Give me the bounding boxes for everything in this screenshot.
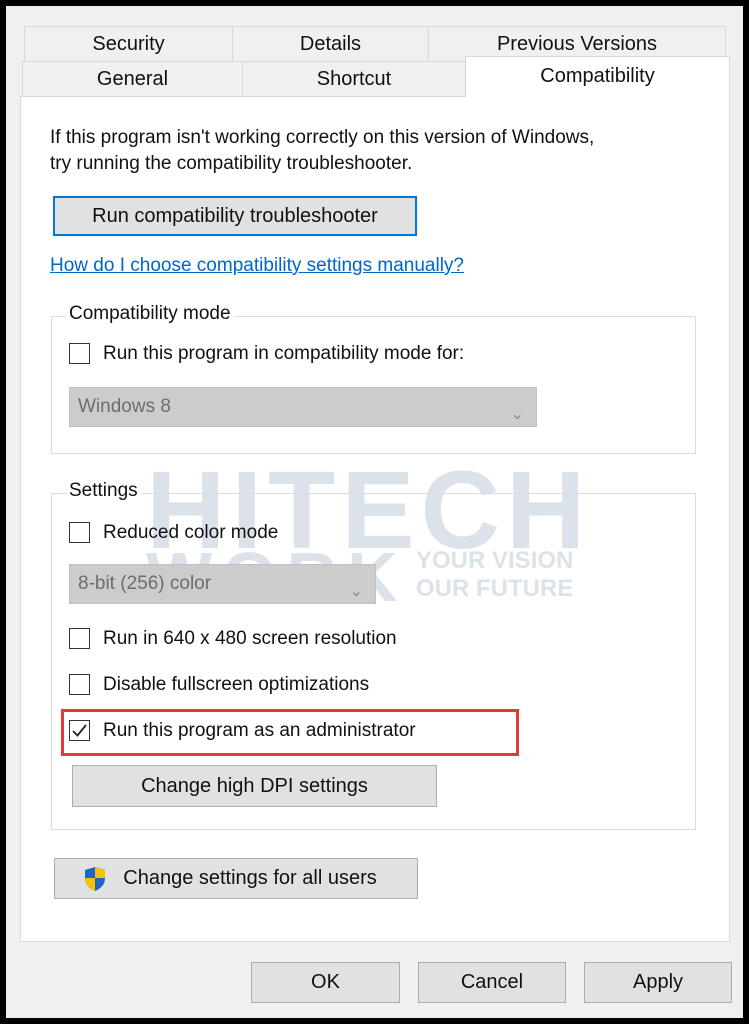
cancel-button[interactable]: Cancel: [418, 962, 566, 1003]
reduced-color-label: Reduced color mode: [103, 522, 279, 543]
color-depth-value: 8-bit (256) color: [78, 573, 212, 594]
run-troubleshooter-button[interactable]: Run compatibility troubleshooter: [53, 196, 417, 236]
ok-button[interactable]: OK: [251, 962, 400, 1003]
resolution-checkbox[interactable]: [69, 628, 90, 649]
help-link[interactable]: How do I choose compatibility settings m…: [50, 255, 464, 277]
admin-label: Run this program as an administrator: [103, 720, 416, 741]
change-dpi-button[interactable]: Change high DPI settings: [72, 765, 437, 807]
change-all-users-label: Change settings for all users: [123, 867, 377, 889]
resolution-label: Run in 640 x 480 screen resolution: [103, 628, 397, 649]
compatibility-mode-group: Compatibility mode Run this program in c…: [51, 303, 696, 454]
compat-os-select[interactable]: Windows 8 ⌄: [69, 387, 537, 427]
change-all-users-button[interactable]: Change settings for all users: [54, 858, 418, 899]
compat-mode-checkbox[interactable]: [69, 343, 90, 364]
compatibility-mode-title: Compatibility mode: [66, 303, 234, 325]
compat-os-value: Windows 8: [78, 396, 171, 417]
admin-checkbox[interactable]: [69, 720, 90, 741]
checkmark-icon: [72, 724, 87, 737]
color-depth-select[interactable]: 8-bit (256) color ⌄: [69, 564, 376, 604]
tab-security[interactable]: Security: [24, 26, 233, 62]
fullscreen-label: Disable fullscreen optimizations: [103, 674, 370, 695]
chevron-down-icon: ⌄: [510, 406, 524, 423]
properties-dialog: Security Details Previous Versions Gener…: [0, 0, 749, 1024]
tab-general[interactable]: General: [22, 61, 243, 97]
intro-line-1: If this program isn't working correctly …: [50, 127, 595, 148]
uac-shield-icon: [85, 867, 105, 891]
compat-mode-label: Run this program in compatibility mode f…: [103, 343, 465, 364]
chevron-down-icon: ⌄: [349, 583, 363, 600]
tab-compatibility[interactable]: Compatibility: [465, 56, 730, 97]
tab-shortcut[interactable]: Shortcut: [242, 61, 466, 97]
compatibility-panel: HITECH WORK YOUR VISIONOUR FUTURE If thi…: [20, 96, 730, 942]
reduced-color-checkbox[interactable]: [69, 522, 90, 543]
intro-line-2: try running the compatibility troublesho…: [50, 153, 413, 174]
apply-button[interactable]: Apply: [584, 962, 732, 1003]
tab-details[interactable]: Details: [232, 26, 429, 62]
settings-title: Settings: [66, 480, 141, 502]
settings-group: Settings Reduced color mode 8-bit (256) …: [51, 480, 696, 830]
fullscreen-checkbox[interactable]: [69, 674, 90, 695]
